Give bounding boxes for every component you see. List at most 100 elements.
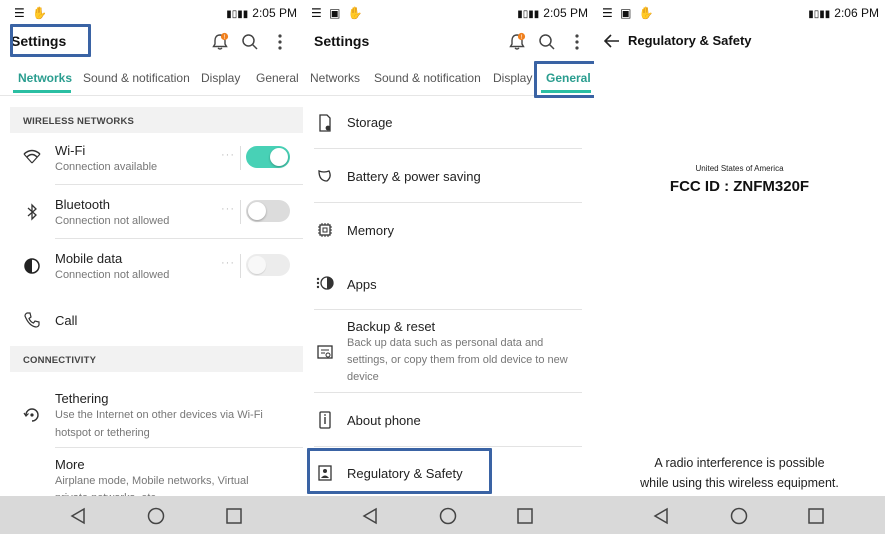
backup-icon	[316, 343, 334, 361]
recents-nav-icon[interactable]	[223, 505, 245, 527]
tab-networks[interactable]: Networks	[18, 71, 72, 85]
more-label: More	[55, 457, 85, 472]
backup-reset-desc-line2: settings, or copy them from old device t…	[347, 354, 568, 366]
mobile-data-toggle[interactable]	[246, 254, 290, 276]
tab-display[interactable]: Display	[493, 71, 532, 85]
tab-sound-notification[interactable]: Sound & notification	[83, 71, 190, 85]
storage-label: Storage	[347, 115, 393, 130]
navigation-bar	[0, 496, 303, 534]
app-bar: Regulatory & Safety	[594, 26, 885, 56]
wifi-icon	[22, 147, 42, 167]
bluetooth-icon	[22, 202, 42, 222]
tab-bar: Networks Sound & notification Display Ge…	[0, 60, 303, 96]
tab-general[interactable]: General	[546, 71, 591, 85]
navigation-bar	[594, 496, 885, 534]
status-right: ▮▯▮▮ 2:06 PM	[808, 6, 879, 20]
signal-icon: ▮▯▮▮	[517, 9, 540, 20]
status-bar: ☰ ✋ ▮▯▮▮ 2:05 PM	[0, 0, 303, 26]
list-item-bluetooth[interactable]: Bluetooth Connection not allowed ···	[10, 186, 303, 239]
regulatory-safety-screen: ☰ ▣ ✋ ▮▯▮▮ 2:06 PM Regulatory & Safety Un…	[594, 0, 885, 534]
list-item-apps[interactable]: Apps	[314, 257, 582, 310]
signal-icon: ▮▯▮▮	[226, 9, 249, 20]
toggle-knob	[248, 256, 266, 274]
mobile-data-status: Connection not allowed	[55, 269, 170, 281]
back-nav-icon[interactable]	[359, 505, 381, 527]
bluetooth-more-dots[interactable]: ···	[221, 203, 235, 215]
tab-display[interactable]: Display	[201, 71, 240, 85]
home-nav-icon[interactable]	[437, 505, 459, 527]
notification-bell-icon[interactable]: !	[502, 29, 532, 55]
divider	[240, 254, 241, 278]
toggle-knob	[270, 148, 288, 166]
list-item-more[interactable]: More Airplane mode, Mobile networks, Vir…	[10, 449, 303, 499]
recents-nav-icon[interactable]	[514, 505, 536, 527]
memory-label: Memory	[347, 223, 394, 238]
tethering-desc-line1: Use the Internet on other devices via Wi…	[55, 409, 263, 421]
bluetooth-toggle[interactable]	[246, 200, 290, 222]
back-arrow-icon[interactable]	[602, 31, 622, 51]
tab-general[interactable]: General	[256, 71, 299, 85]
divider	[55, 447, 303, 448]
status-right: ▮▯▮▮ 2:05 PM	[226, 6, 297, 20]
interference-note-line1: A radio interference is possible	[654, 456, 825, 470]
regulatory-icon	[316, 464, 334, 482]
tethering-label: Tethering	[55, 391, 109, 406]
section-header-connectivity: CONNECTIVITY	[10, 346, 303, 372]
phone-icon	[22, 310, 42, 330]
back-nav-icon[interactable]	[67, 505, 89, 527]
notification-icons: ☰ ▣ ✋	[602, 6, 656, 20]
wifi-status: Connection available	[55, 161, 158, 173]
active-tab-indicator	[13, 90, 71, 93]
more-options-icon[interactable]	[562, 29, 592, 55]
signal-icon: ▮▯▮▮	[808, 9, 831, 20]
list-item-wifi[interactable]: Wi-Fi Connection available ···	[10, 133, 303, 185]
info-icon	[316, 411, 334, 429]
page-title: Settings	[11, 33, 67, 49]
settings-networks-screen: ☰ ✋ ▮▯▮▮ 2:05 PM Settings ! Networks Soun…	[0, 0, 303, 534]
backup-reset-desc-line1: Back up data such as personal data and	[347, 337, 544, 349]
status-bar: ☰ ▣ ✋ ▮▯▮▮ 2:05 PM	[303, 0, 594, 26]
regulatory-safety-label: Regulatory & Safety	[347, 466, 463, 481]
list-item-memory[interactable]: Memory	[314, 203, 582, 257]
country-label: United States of America	[695, 164, 784, 173]
home-nav-icon[interactable]	[145, 505, 167, 527]
tab-networks[interactable]: Networks	[310, 71, 360, 85]
list-item-battery[interactable]: Battery & power saving	[314, 149, 582, 203]
list-item-backup-reset[interactable]: Backup & reset Back up data such as pers…	[314, 310, 582, 393]
wifi-more-dots[interactable]: ···	[221, 149, 235, 161]
wifi-label: Wi-Fi	[55, 143, 86, 158]
status-bar: ☰ ▣ ✋ ▮▯▮▮ 2:06 PM	[594, 0, 885, 26]
more-desc-line1: Airplane mode, Mobile networks, Virtual	[55, 475, 249, 487]
search-icon[interactable]	[235, 29, 265, 55]
list-item-mobile-data[interactable]: Mobile data Connection not allowed ···	[10, 240, 303, 293]
apps-label: Apps	[347, 277, 377, 292]
active-tab-indicator	[541, 90, 591, 93]
mobile-data-more-dots[interactable]: ···	[221, 257, 235, 269]
recents-nav-icon[interactable]	[805, 505, 827, 527]
list-item-call[interactable]: Call	[10, 293, 303, 346]
home-nav-icon[interactable]	[728, 505, 750, 527]
status-right: ▮▯▮▮ 2:05 PM	[517, 6, 588, 20]
battery-leaf-icon	[316, 167, 334, 185]
more-options-icon[interactable]	[265, 29, 295, 55]
apps-icon	[316, 274, 334, 292]
list-item-tethering[interactable]: Tethering Use the Internet on other devi…	[10, 385, 303, 448]
divider	[240, 146, 241, 170]
tab-bar: Networks Sound & notification Display Ge…	[303, 60, 594, 96]
search-icon[interactable]	[532, 29, 562, 55]
tab-sound-notification[interactable]: Sound & notification	[374, 71, 481, 85]
list-item-storage[interactable]: Storage	[314, 96, 582, 149]
back-nav-icon[interactable]	[650, 505, 672, 527]
memory-chip-icon	[316, 221, 334, 239]
list-item-about-phone[interactable]: About phone	[314, 393, 582, 447]
navigation-bar	[303, 496, 594, 534]
list-item-regulatory-safety[interactable]: Regulatory & Safety	[314, 447, 582, 500]
notification-icons: ☰ ✋	[14, 6, 50, 20]
divider	[240, 200, 241, 224]
wifi-toggle[interactable]	[246, 146, 290, 168]
section-header-wireless: WIRELESS NETWORKS	[10, 107, 303, 133]
app-bar: Settings !	[303, 26, 594, 56]
backup-reset-label: Backup & reset	[347, 319, 436, 334]
divider	[55, 238, 303, 239]
notification-bell-icon[interactable]: !	[205, 29, 235, 55]
